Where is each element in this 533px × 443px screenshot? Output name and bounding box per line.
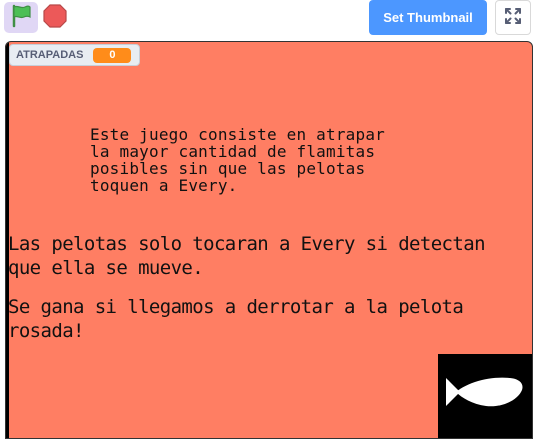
stop-sign-icon: [43, 4, 67, 32]
rule-text: Las pelotas solo tocaran a Every si dete…: [8, 233, 486, 279]
green-flag-icon: [10, 4, 32, 32]
monitor-label: ATRAPADAS: [16, 49, 84, 61]
intro-text: Este juego consiste en atrapar la mayor …: [90, 125, 385, 195]
set-thumbnail-button[interactable]: Set Thumbnail: [369, 0, 487, 35]
fish-sprite-icon: [438, 377, 532, 438]
win-text: Se gana si llegamos a derrotar a la pelo…: [8, 296, 464, 342]
fullscreen-button[interactable]: [495, 0, 531, 35]
fish-sprite[interactable]: [438, 354, 532, 438]
project-stage[interactable]: ATRAPADAS 0 Este juego consiste en atrap…: [5, 41, 533, 439]
stop-button[interactable]: [41, 4, 69, 32]
variable-monitor[interactable]: ATRAPADAS 0: [9, 44, 141, 66]
stage-toolbar: Set Thumbnail: [0, 0, 533, 40]
fullscreen-icon: [504, 7, 522, 29]
green-flag-button[interactable]: [4, 2, 38, 33]
monitor-value: 0: [93, 47, 132, 63]
